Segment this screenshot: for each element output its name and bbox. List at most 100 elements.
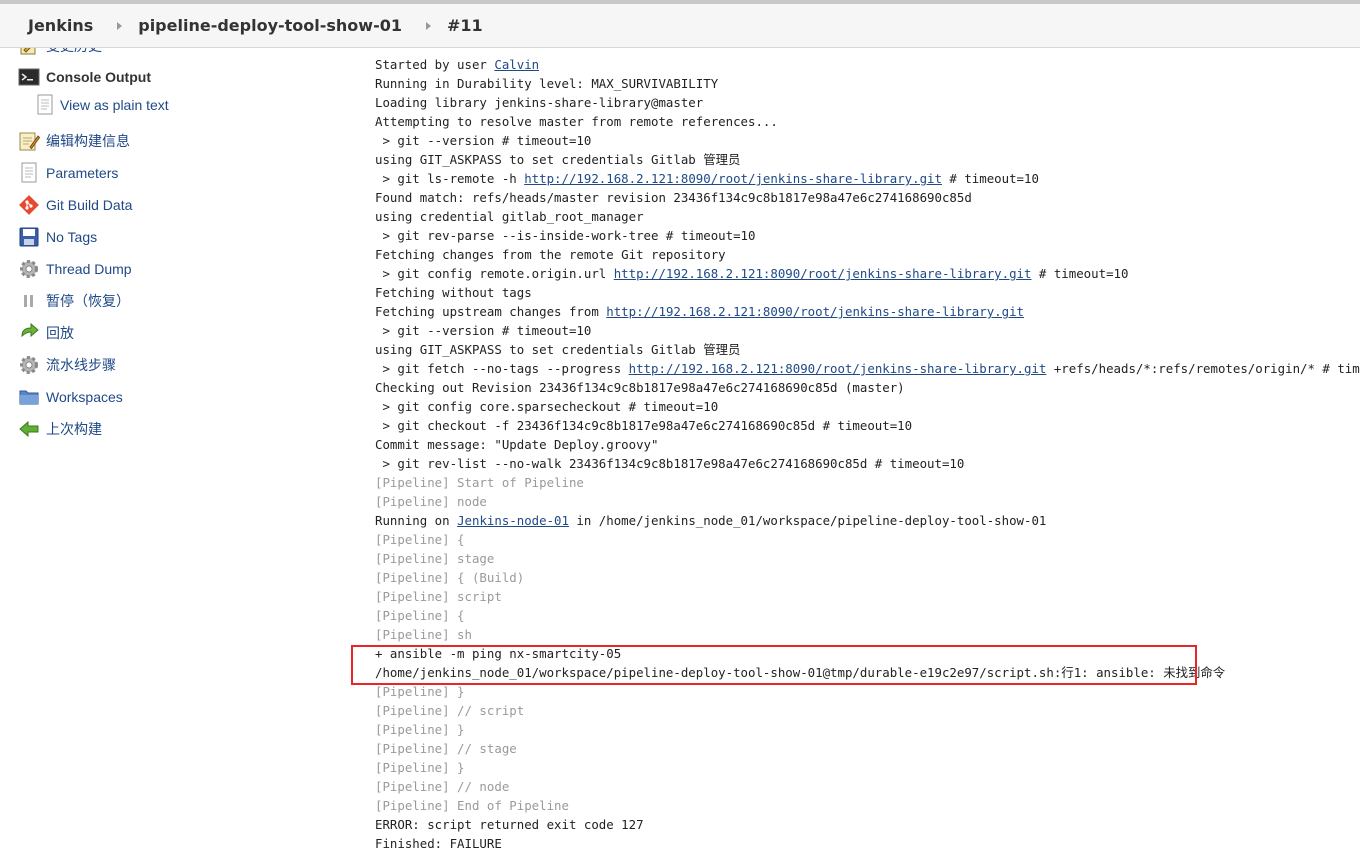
console-line: [Pipeline] script bbox=[375, 587, 1360, 606]
console-line-text: > git --version # timeout=10 bbox=[375, 323, 592, 338]
console-output: Started by user Calvin Running in Durabil… bbox=[375, 55, 1360, 853]
console-link[interactable]: http://192.168.2.121:8090/root/jenkins-s… bbox=[629, 361, 1047, 376]
console-line-text: [Pipeline] End of Pipeline bbox=[375, 798, 569, 813]
console-line-text: Checking out Revision 23436f134c9c8b1817… bbox=[375, 380, 905, 395]
console-link[interactable]: Calvin bbox=[494, 57, 539, 72]
console-line-text: [Pipeline] { bbox=[375, 608, 465, 623]
console-line: Found match: refs/heads/master revision … bbox=[375, 188, 1360, 207]
console-link[interactable]: http://192.168.2.121:8090/root/jenkins-s… bbox=[614, 266, 1032, 281]
console-line: [Pipeline] // stage bbox=[375, 739, 1360, 758]
sidebar-item-previous-build[interactable]: 上次构建 bbox=[18, 417, 102, 441]
console-line: Commit message: "Update Deploy.groovy" bbox=[375, 435, 1360, 454]
sidebar-item-git-build-data[interactable]: Git Build Data bbox=[18, 193, 132, 217]
console-line: [Pipeline] } bbox=[375, 682, 1360, 701]
console-line: using GIT_ASKPASS to set credentials Git… bbox=[375, 150, 1360, 169]
sidebar-item-label: Console Output bbox=[46, 69, 151, 85]
terminal-icon bbox=[18, 66, 40, 88]
console-line: > git fetch --no-tags --progress http://… bbox=[375, 359, 1360, 378]
console-line-text: /home/jenkins_node_01/workspace/pipeline… bbox=[375, 665, 1226, 680]
console-line: [Pipeline] { bbox=[375, 606, 1360, 625]
changes-icon bbox=[18, 48, 40, 57]
sidebar-item-workspaces[interactable]: Workspaces bbox=[18, 385, 123, 409]
console-line-text: > git rev-list --no-walk 23436f134c9c8b1… bbox=[375, 456, 965, 471]
git-icon bbox=[18, 194, 40, 216]
sidebar-item-console-output[interactable]: Console Output bbox=[18, 65, 151, 89]
sidebar-item-edit-build-info[interactable]: 编辑构建信息 bbox=[18, 129, 130, 153]
breadcrumb-job[interactable]: pipeline-deploy-tool-show-01 bbox=[138, 16, 402, 35]
sidebar-item-label: Parameters bbox=[46, 165, 119, 181]
console-line: ERROR: script returned exit code 127 bbox=[375, 815, 1360, 834]
console-line: [Pipeline] // script bbox=[375, 701, 1360, 720]
console-line: [Pipeline] node bbox=[375, 492, 1360, 511]
pause-icon bbox=[18, 290, 40, 312]
console-line-text: [Pipeline] } bbox=[375, 760, 465, 775]
breadcrumb-jenkins[interactable]: Jenkins bbox=[28, 16, 93, 35]
console-line-text: > git config core.sparsecheckout # timeo… bbox=[375, 399, 719, 414]
console-line: [Pipeline] } bbox=[375, 720, 1360, 739]
console-link[interactable]: http://192.168.2.121:8090/root/jenkins-s… bbox=[606, 304, 1024, 319]
console-line-text: Commit message: "Update Deploy.groovy" bbox=[375, 437, 659, 452]
console-line-text: Running in Durability level: MAX_SURVIVA… bbox=[375, 76, 719, 91]
save-icon bbox=[18, 226, 40, 248]
notepad-icon bbox=[18, 130, 40, 152]
console-line-text: Attempting to resolve master from remote… bbox=[375, 114, 778, 129]
sidebar-item-view-plain-text[interactable]: View as plain text bbox=[34, 93, 169, 117]
console-line-text: using GIT_ASKPASS to set credentials Git… bbox=[375, 342, 741, 357]
folder-icon bbox=[18, 386, 40, 408]
console-line: > git config remote.origin.url http://19… bbox=[375, 264, 1360, 283]
console-line: > git ls-remote -h http://192.168.2.121:… bbox=[375, 169, 1360, 188]
console-line-text: using credential gitlab_root_manager bbox=[375, 209, 644, 224]
back-arrow-icon bbox=[18, 418, 40, 440]
console-line-text: # timeout=10 bbox=[1031, 266, 1129, 281]
breadcrumb-separator-icon bbox=[425, 21, 431, 30]
console-line-text: > git ls-remote -h bbox=[375, 171, 525, 186]
console-line: Fetching changes from the remote Git rep… bbox=[375, 245, 1360, 264]
console-line-text: + ansible -m ping nx-smartcity-05 bbox=[375, 646, 622, 661]
console-line: Checking out Revision 23436f134c9c8b1817… bbox=[375, 378, 1360, 397]
sidebar: 变更历史 Console Output View as plain text 编… bbox=[0, 48, 350, 857]
sidebar-item-replay[interactable]: 回放 bbox=[18, 321, 74, 345]
sidebar-item-label: 流水线步骤 bbox=[46, 357, 116, 373]
console-line: > git config core.sparsecheckout # timeo… bbox=[375, 397, 1360, 416]
sidebar-item-label: Thread Dump bbox=[46, 261, 132, 277]
console-line: /home/jenkins_node_01/workspace/pipeline… bbox=[375, 663, 1360, 682]
console-line-text: > git config remote.origin.url bbox=[375, 266, 614, 281]
console-line-text: [Pipeline] stage bbox=[375, 551, 495, 566]
console-line: > git rev-list --no-walk 23436f134c9c8b1… bbox=[375, 454, 1360, 473]
console-line: Running on Jenkins-node-01 in /home/jenk… bbox=[375, 511, 1360, 530]
replay-icon bbox=[18, 322, 40, 344]
breadcrumb-build[interactable]: #11 bbox=[447, 16, 483, 35]
console-line: [Pipeline] sh bbox=[375, 625, 1360, 644]
sidebar-item-no-tags[interactable]: No Tags bbox=[18, 225, 97, 249]
console-line-text: [Pipeline] // node bbox=[375, 779, 510, 794]
sidebar-item-label: Workspaces bbox=[46, 389, 123, 405]
console-link[interactable]: Jenkins-node-01 bbox=[457, 513, 569, 528]
sidebar-item-label: 编辑构建信息 bbox=[46, 133, 130, 149]
console-line: + ansible -m ping nx-smartcity-05 bbox=[375, 644, 1360, 663]
console-line-text: Finished: FAILURE bbox=[375, 836, 502, 851]
console-link[interactable]: http://192.168.2.121:8090/root/jenkins-s… bbox=[524, 171, 942, 186]
console-line: Running in Durability level: MAX_SURVIVA… bbox=[375, 74, 1360, 93]
document-icon bbox=[34, 94, 56, 116]
console-line: using credential gitlab_root_manager bbox=[375, 207, 1360, 226]
console-line-text: +refs/heads/*:refs/remotes/origin/* # ti… bbox=[1053, 361, 1360, 376]
console-line: [Pipeline] { bbox=[375, 530, 1360, 549]
breadcrumb-bar: Jenkins pipeline-deploy-tool-show-01 #11 bbox=[0, 0, 1360, 48]
console-line-text: # timeout=10 bbox=[941, 171, 1039, 186]
sidebar-item-parameters[interactable]: Parameters bbox=[18, 161, 118, 185]
console-line-text: [Pipeline] script bbox=[375, 589, 502, 604]
console-line: > git checkout -f 23436f134c9c8b1817e98a… bbox=[375, 416, 1360, 435]
sidebar-item-pause-resume[interactable]: 暂停（恢复） bbox=[18, 289, 130, 313]
console-line: Finished: FAILURE bbox=[375, 834, 1360, 853]
console-line-text: ERROR: script returned exit code 127 bbox=[375, 817, 644, 832]
document-icon bbox=[18, 162, 40, 184]
console-line: Fetching upstream changes from http://19… bbox=[375, 302, 1360, 321]
sidebar-item-thread-dump[interactable]: Thread Dump bbox=[18, 257, 132, 281]
console-line-text: [Pipeline] { (Build) bbox=[375, 570, 525, 585]
console-line-text: [Pipeline] // script bbox=[375, 703, 525, 718]
sidebar-item-changes[interactable]: 变更历史 bbox=[18, 48, 102, 58]
console-line-text: [Pipeline] node bbox=[375, 494, 487, 509]
sidebar-item-pipeline-steps[interactable]: 流水线步骤 bbox=[18, 353, 116, 377]
breadcrumb-separator-icon bbox=[117, 21, 123, 30]
sidebar-item-label: View as plain text bbox=[60, 97, 169, 113]
